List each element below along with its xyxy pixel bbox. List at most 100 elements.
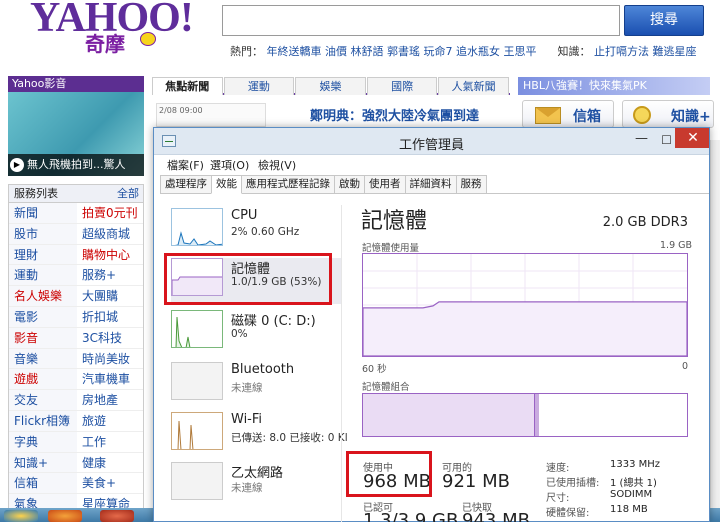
bluetooth-thumbnail-graph: [171, 362, 223, 400]
news-headline[interactable]: 鄭明典：強烈大陸冷氣團到達: [310, 105, 479, 124]
service-link[interactable]: 信箱: [9, 473, 77, 495]
wifi-name: Wi-Fi: [231, 412, 263, 427]
cpu-thumbnail-graph: [171, 208, 223, 246]
tab-performance[interactable]: 效能: [211, 175, 242, 194]
hot-link[interactable]: 追水瓶女: [456, 45, 500, 58]
service-link[interactable]: 時尚美妝: [77, 349, 143, 370]
tab-app-history[interactable]: 應用程式歷程記錄: [241, 175, 335, 193]
service-link[interactable]: 健康: [77, 453, 143, 474]
news-tab[interactable]: 焦點新聞: [152, 77, 223, 95]
tab-users[interactable]: 使用者: [364, 175, 406, 193]
mail-button[interactable]: 信箱: [522, 100, 614, 128]
menu-file[interactable]: 檔案(F): [167, 157, 204, 173]
service-link[interactable]: 服務+: [77, 265, 143, 287]
service-link[interactable]: 折扣城: [77, 307, 143, 328]
disk-detail: 0%: [231, 328, 248, 340]
menu-view[interactable]: 檢視(V): [258, 157, 296, 173]
logo-badge-icon: [140, 32, 156, 46]
hot-link[interactable]: 油價: [325, 45, 347, 58]
knowledge-button[interactable]: 知識+: [622, 100, 714, 128]
close-icon[interactable]: ✕: [675, 128, 709, 148]
taskbar-firefox-icon[interactable]: [48, 510, 82, 522]
service-link[interactable]: 購物中心: [77, 245, 143, 266]
service-link[interactable]: 汽車機車: [77, 369, 143, 391]
menu-bar: 檔案(F) 選項(O) 檢視(V): [154, 155, 709, 173]
video-header: Yahoo影音: [8, 76, 144, 92]
service-link[interactable]: 拍賣0元刊: [77, 203, 143, 224]
service-link[interactable]: 美食+: [77, 473, 143, 495]
service-link[interactable]: 工作: [77, 432, 143, 453]
spec-key: 硬體保留:: [546, 508, 590, 519]
spec-value: 1 (總共 1): [610, 478, 657, 489]
service-link[interactable]: 大團購: [77, 286, 143, 307]
knowledge-link[interactable]: 難逃星座: [653, 45, 697, 58]
news-tab[interactable]: 運動: [223, 77, 295, 95]
service-link[interactable]: 3C科技: [77, 328, 143, 349]
knowledge-link[interactable]: 止打嗝方法: [594, 45, 649, 58]
service-link[interactable]: 知識+: [9, 452, 77, 474]
taskbar-app-icon[interactable]: [100, 510, 134, 522]
service-link[interactable]: 名人娛樂: [9, 286, 77, 307]
tab-services[interactable]: 服務: [455, 175, 487, 193]
minimize-icon[interactable]: —: [629, 131, 654, 149]
news-tab[interactable]: 國際: [366, 77, 438, 95]
service-link[interactable]: Flickr相簿: [9, 410, 77, 432]
cached-value: 943 MB: [462, 510, 530, 522]
service-link[interactable]: 股市: [9, 223, 77, 245]
title-bar[interactable]: 工作管理員 — ☐ ✕: [154, 128, 709, 155]
resource-wifi[interactable]: Wi-Fi 已傳送: 8.0 已接收: 0 Kl: [171, 412, 348, 458]
disk-thumbnail-graph: [171, 310, 223, 348]
service-link[interactable]: 影音: [9, 327, 77, 349]
video-caption[interactable]: ▶ 無人飛機拍到...驚人: [8, 154, 144, 176]
search-input[interactable]: [222, 5, 620, 36]
spec-value: SODIMM: [610, 489, 653, 500]
bluetooth-name: Bluetooth: [231, 362, 295, 377]
cpu-name: CPU: [231, 208, 258, 223]
news-area: 2/08 09:00 鄭明典：強烈大陸冷氣團到達: [152, 97, 510, 127]
service-link[interactable]: 字典: [9, 431, 77, 453]
service-link[interactable]: 新聞: [9, 203, 77, 224]
knowledge-label: 知識+: [671, 109, 711, 125]
news-tab[interactable]: 人氣新聞: [438, 77, 509, 95]
resource-ethernet[interactable]: 乙太網路 未連線: [171, 462, 341, 508]
spec-value: 1333 MHz: [610, 459, 661, 470]
service-link[interactable]: 運動: [9, 265, 77, 287]
hot-link[interactable]: 玩命7: [424, 45, 453, 58]
service-link[interactable]: 交友: [9, 390, 77, 411]
service-link[interactable]: 房地產: [77, 390, 143, 411]
service-link[interactable]: 理財: [9, 244, 77, 266]
service-link[interactable]: 超級商城: [77, 224, 143, 245]
news-tab[interactable]: 娛樂: [295, 77, 366, 95]
tab-details[interactable]: 詳細資料: [404, 175, 457, 193]
hot-link[interactable]: 年終送轎車: [267, 45, 322, 58]
hot-link[interactable]: 郭書瑤: [387, 45, 420, 58]
envelope-icon: [535, 107, 561, 124]
service-link[interactable]: 遊戲: [9, 369, 77, 391]
ethernet-thumbnail-graph: [171, 462, 223, 500]
service-link[interactable]: 旅遊: [77, 411, 143, 432]
memory-composition-bar: [362, 393, 688, 437]
yahoo-logo[interactable]: YAHOO! 奇摩: [30, 0, 194, 56]
spec-key: 速度:: [546, 463, 570, 474]
service-link[interactable]: 電影: [9, 306, 77, 328]
video-widget[interactable]: Yahoo影音 ▶ 無人飛機拍到...驚人: [8, 76, 144, 176]
search-button[interactable]: 搜尋: [624, 5, 704, 36]
news-thumbnail[interactable]: 2/08 09:00: [156, 103, 266, 127]
tab-processes[interactable]: 處理程序: [160, 175, 212, 193]
tab-startup[interactable]: 啟動: [334, 175, 365, 193]
services-grid: 新聞 拍賣0元刊 股市 超級商城 理財 購物中心 運動 服務+ 名人娛樂 大團購 電影 折扣城 影音 3C…: [9, 203, 143, 515]
mail-label: 信箱: [573, 109, 601, 125]
taskbar-start-icon[interactable]: [4, 510, 38, 522]
service-link[interactable]: 音樂: [9, 348, 77, 370]
window-title: 工作管理員: [398, 138, 464, 153]
menu-options[interactable]: 選項(O): [210, 157, 249, 173]
page-scrollbar[interactable]: [710, 140, 720, 510]
services-all-link[interactable]: 全部: [117, 185, 139, 203]
hbl-banner[interactable]: HBL八強賽！快來集氣PK: [518, 77, 710, 95]
hot-link[interactable]: 林舒語: [351, 45, 384, 58]
resource-cpu[interactable]: CPU 2% 0.60 GHz: [171, 208, 341, 254]
resource-bluetooth[interactable]: Bluetooth 未連線: [171, 362, 341, 408]
spec-value: 118 MB: [610, 504, 648, 515]
resource-disk[interactable]: 磁碟 0 (C: D:) 0%: [171, 310, 341, 356]
hot-link[interactable]: 王思平: [504, 45, 537, 58]
